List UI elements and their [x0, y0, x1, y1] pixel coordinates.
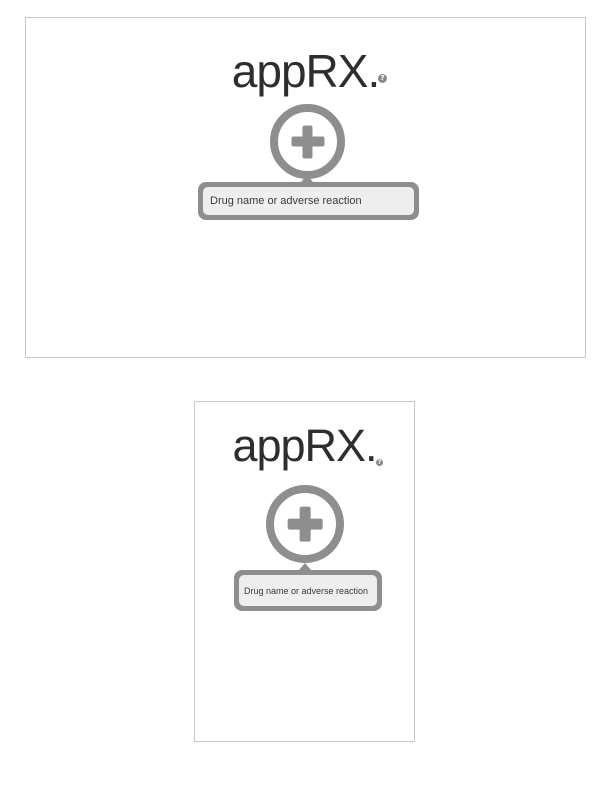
plus-icon	[287, 506, 323, 542]
logo-dot: .	[367, 45, 380, 97]
add-button[interactable]	[266, 485, 344, 563]
app-logo: appRX.	[231, 45, 380, 97]
logo-dot: .	[365, 420, 377, 471]
portrait-screen: appRX. ?	[194, 401, 415, 742]
help-icon[interactable]: ?	[376, 459, 383, 466]
search-input[interactable]	[203, 187, 414, 215]
search-input[interactable]	[239, 575, 377, 606]
search-box	[198, 182, 419, 220]
logo-text: appRX	[232, 420, 366, 471]
app-logo: appRX.	[232, 420, 377, 471]
add-button[interactable]	[270, 104, 345, 179]
help-icon[interactable]: ?	[378, 74, 387, 83]
plus-icon	[290, 124, 325, 159]
pointer-arrow	[301, 175, 313, 182]
search-box	[234, 570, 382, 611]
pointer-arrow	[299, 563, 311, 570]
logo-text: appRX	[231, 45, 369, 97]
landscape-screen: appRX. ?	[25, 17, 586, 358]
